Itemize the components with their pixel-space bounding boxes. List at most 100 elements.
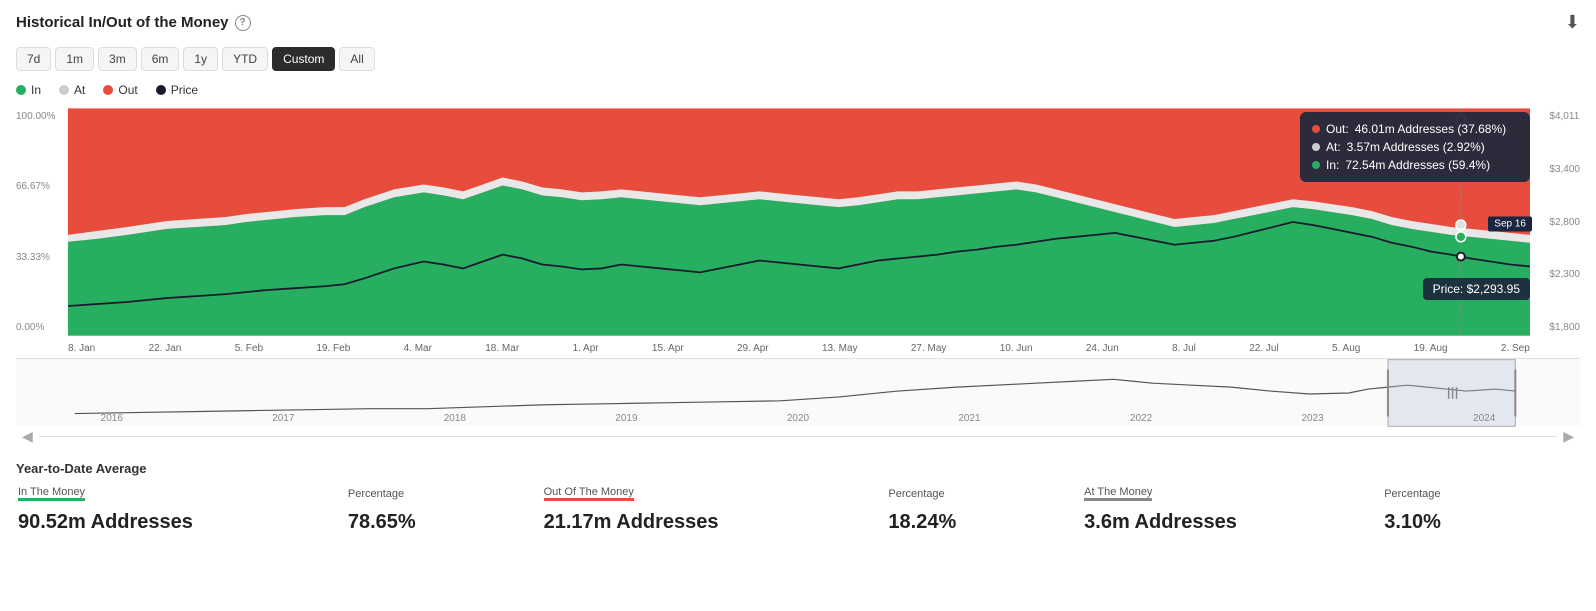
mini-label-2022: 2022 bbox=[1130, 413, 1152, 424]
mini-label-2023: 2023 bbox=[1301, 413, 1323, 424]
x-date-apr1: 1. Apr bbox=[572, 343, 598, 354]
x-date-mar18: 18. Mar bbox=[485, 343, 519, 354]
x-date-jul22: 22. Jul bbox=[1249, 343, 1278, 354]
col-header-pct1: Percentage bbox=[348, 486, 542, 505]
help-icon[interactable]: ? bbox=[235, 15, 251, 31]
ytd-section: Year-to-Date Average In The Money Percen… bbox=[16, 451, 1580, 536]
x-date-sep2: 2. Sep bbox=[1501, 343, 1530, 354]
col-header-pct3-label: Percentage bbox=[1384, 488, 1440, 500]
col-header-in-label: In The Money bbox=[18, 486, 85, 501]
col-header-pct2-label: Percentage bbox=[888, 488, 944, 500]
x-date-apr29: 29. Apr bbox=[737, 343, 769, 354]
mini-label-2017: 2017 bbox=[272, 413, 294, 424]
y-label-33: 33.33% bbox=[16, 252, 55, 263]
col-header-pct3: Percentage bbox=[1384, 486, 1578, 505]
price-label-3400: $3,400 bbox=[1549, 164, 1580, 175]
tooltip-box: Out: 46.01m Addresses (37.68%) At: 3.57m… bbox=[1300, 112, 1530, 182]
ytd-title: Year-to-Date Average bbox=[16, 461, 1580, 476]
legend-price-label: Price bbox=[171, 83, 198, 97]
price-label-2800: $2,800 bbox=[1549, 217, 1580, 228]
x-date-jan22: 22. Jan bbox=[149, 343, 182, 354]
right-price-axis: $4,011 $3,400 $2,800 $2,300 $1,800 bbox=[1549, 107, 1580, 337]
legend-price: Price bbox=[156, 83, 198, 97]
nav-left-arrow[interactable]: ◀ bbox=[16, 428, 39, 445]
filter-ytd[interactable]: YTD bbox=[222, 47, 268, 71]
filter-all[interactable]: All bbox=[339, 47, 374, 71]
mini-x-labels: 2016 2017 2018 2019 2020 2021 2022 2023 … bbox=[16, 413, 1580, 424]
col-header-at-label: At The Money bbox=[1084, 486, 1152, 501]
filter-3m[interactable]: 3m bbox=[98, 47, 137, 71]
legend-at: At bbox=[59, 83, 85, 97]
x-date-aug5: 5. Aug bbox=[1332, 343, 1360, 354]
tooltip-at-dot bbox=[1312, 143, 1320, 151]
ytd-pct3-value: 3.10% bbox=[1384, 507, 1578, 534]
legend-price-dot bbox=[156, 85, 166, 95]
header-row: Historical In/Out of the Money ? ⬇ bbox=[16, 12, 1580, 33]
tooltip-price-label: Price: bbox=[1433, 282, 1467, 296]
mini-label-2019: 2019 bbox=[615, 413, 637, 424]
legend-out-label: Out bbox=[118, 83, 137, 97]
chart-container: Out: 46.01m Addresses (37.68%) At: 3.57m… bbox=[68, 107, 1530, 340]
tooltip-in-value: 72.54m Addresses (59.4%) bbox=[1345, 158, 1490, 172]
ytd-out-value: 21.17m Addresses bbox=[544, 507, 887, 534]
col-header-out-label: Out Of The Money bbox=[544, 486, 634, 501]
x-date-jun24: 24. Jun bbox=[1086, 343, 1119, 354]
legend-at-label: At bbox=[74, 83, 85, 97]
x-axis-dates: 8. Jan 22. Jan 5. Feb 19. Feb 4. Mar 18.… bbox=[68, 340, 1530, 354]
x-date-apr15: 15. Apr bbox=[652, 343, 684, 354]
ytd-table: In The Money Percentage Out Of The Money… bbox=[16, 484, 1580, 536]
filter-1y[interactable]: 1y bbox=[183, 47, 218, 71]
legend: In At Out Price bbox=[16, 83, 1580, 97]
tooltip-price-box: Price: $2,293.95 bbox=[1423, 278, 1530, 300]
x-date-feb5: 5. Feb bbox=[235, 343, 263, 354]
legend-in-dot bbox=[16, 85, 26, 95]
tooltip-at-label: At: bbox=[1326, 140, 1341, 154]
x-date-jan8: 8. Jan bbox=[68, 343, 95, 354]
filter-1m[interactable]: 1m bbox=[55, 47, 94, 71]
y-axis: 100.00% 66.67% 33.33% 0.00% bbox=[16, 107, 55, 337]
legend-in-label: In bbox=[31, 83, 41, 97]
x-date-may13: 13. May bbox=[822, 343, 858, 354]
tooltip-at-row: At: 3.57m Addresses (2.92%) bbox=[1312, 138, 1518, 156]
x-date-jul8: 8. Jul bbox=[1172, 343, 1196, 354]
x-date-aug19: 19. Aug bbox=[1414, 343, 1448, 354]
mini-label-2020: 2020 bbox=[787, 413, 809, 424]
tooltip-out-label: Out: bbox=[1326, 122, 1349, 136]
price-label-1800: $1,800 bbox=[1549, 322, 1580, 333]
tooltip-in-row: In: 72.54m Addresses (59.4%) bbox=[1312, 156, 1518, 174]
col-header-pct2: Percentage bbox=[888, 486, 1082, 505]
tooltip-in-label: In: bbox=[1326, 158, 1339, 172]
mini-label-2016: 2016 bbox=[101, 413, 123, 424]
x-date-may27: 27. May bbox=[911, 343, 947, 354]
tooltip-price-value: $2,293.95 bbox=[1467, 282, 1520, 296]
title-text: Historical In/Out of the Money bbox=[16, 14, 229, 31]
page-title: Historical In/Out of the Money ? bbox=[16, 14, 251, 31]
ytd-in-value: 90.52m Addresses bbox=[18, 507, 346, 534]
filter-custom[interactable]: Custom bbox=[272, 47, 335, 71]
ytd-pct1-value: 78.65% bbox=[348, 507, 542, 534]
ytd-pct2-value: 18.24% bbox=[888, 507, 1082, 534]
tooltip-out-value: 46.01m Addresses (37.68%) bbox=[1355, 122, 1506, 136]
filter-7d[interactable]: 7d bbox=[16, 47, 51, 71]
col-header-out: Out Of The Money bbox=[544, 486, 887, 505]
x-date-mar4: 4. Mar bbox=[404, 343, 432, 354]
ytd-at-value: 3.6m Addresses bbox=[1084, 507, 1382, 534]
tooltip-at-value: 3.57m Addresses (2.92%) bbox=[1347, 140, 1485, 154]
legend-out: Out bbox=[103, 83, 137, 97]
price-label-4011: $4,011 bbox=[1549, 111, 1580, 122]
col-header-pct1-label: Percentage bbox=[348, 488, 404, 500]
download-icon[interactable]: ⬇ bbox=[1565, 12, 1580, 33]
mini-label-2018: 2018 bbox=[444, 413, 466, 424]
filter-6m[interactable]: 6m bbox=[141, 47, 180, 71]
nav-right-arrow[interactable]: ▶ bbox=[1557, 428, 1580, 445]
nav-arrows-row: ◀ ▶ bbox=[16, 426, 1580, 451]
tooltip-out-row: Out: 46.01m Addresses (37.68%) bbox=[1312, 120, 1518, 138]
mini-chart-container: 2016 2017 2018 2019 2020 2021 2022 2023 … bbox=[16, 358, 1580, 426]
y-label-100: 100.00% bbox=[16, 111, 55, 122]
mini-label-2024: 2024 bbox=[1473, 413, 1495, 424]
time-filters: 7d 1m 3m 6m 1y YTD Custom All bbox=[16, 47, 1580, 71]
tooltip-out-dot bbox=[1312, 125, 1320, 133]
legend-out-dot bbox=[103, 85, 113, 95]
x-date-feb19: 19. Feb bbox=[316, 343, 350, 354]
date-badge: Sep 16 bbox=[1488, 216, 1532, 231]
